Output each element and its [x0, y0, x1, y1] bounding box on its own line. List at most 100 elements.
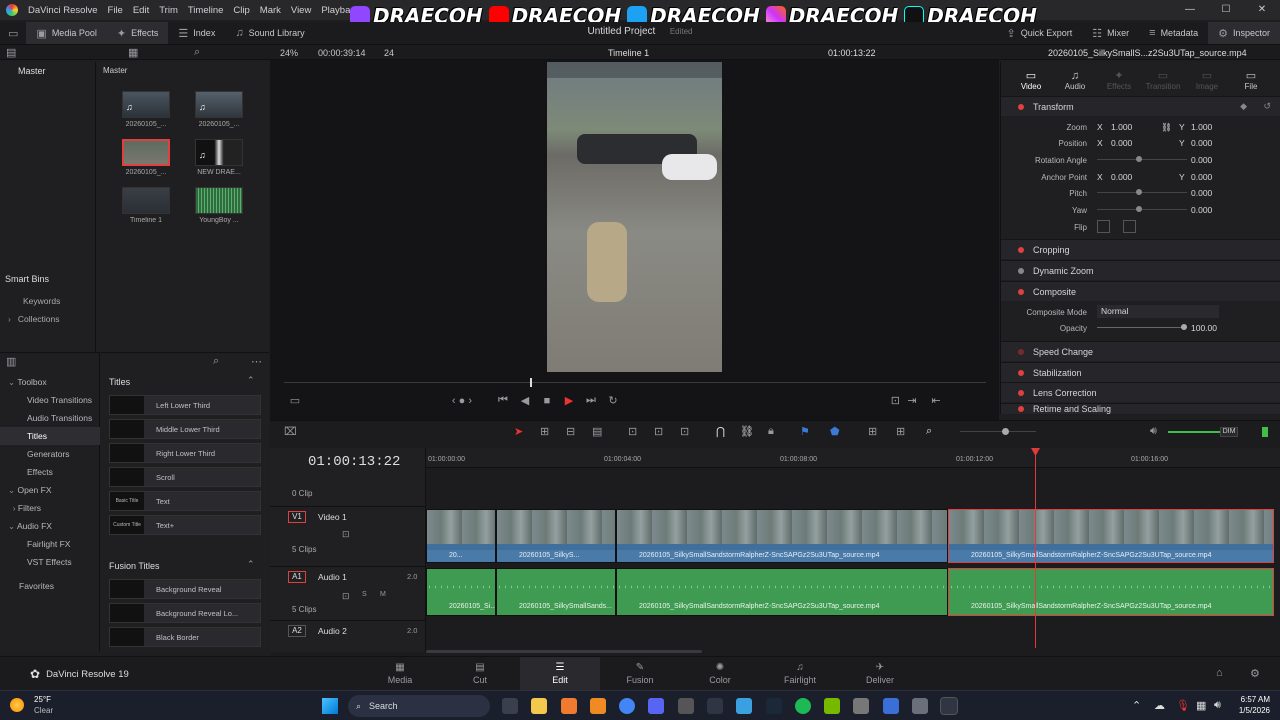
video-frame[interactable] — [547, 62, 722, 372]
fx-toolbox[interactable]: ⌄ Toolbox — [8, 373, 100, 391]
fusion-title-background-reveal-lower[interactable]: Background Reveal Lo... — [109, 603, 261, 623]
marker-icon[interactable]: ⬟ — [830, 425, 840, 438]
snapping-icon[interactable]: ⋂ — [716, 425, 725, 438]
scrubber-playhead[interactable] — [530, 378, 532, 387]
section-lens-correction[interactable]: Lens Correction — [1001, 382, 1280, 402]
track-visibility-icon[interactable]: ⊡ — [342, 529, 350, 540]
zoom-slider-handle[interactable] — [1002, 428, 1009, 435]
volume-slider[interactable] — [1168, 431, 1220, 433]
fx-vst-effects[interactable]: VST Effects — [8, 553, 100, 571]
app-icon[interactable] — [678, 698, 694, 714]
windows-start-icon[interactable] — [322, 698, 338, 714]
reverse-play-icon[interactable]: ◀ — [514, 394, 536, 407]
replace-clip-icon[interactable]: ⊡ — [680, 425, 689, 438]
flag-icon[interactable]: ⚑ — [800, 425, 810, 438]
section-composite[interactable]: Composite — [1001, 281, 1280, 301]
timeline-name[interactable]: Timeline 1 — [608, 48, 649, 58]
panel-toggle-icon[interactable]: ▤ — [6, 46, 16, 59]
title-right-lower-third[interactable]: Right Lower Third — [109, 443, 261, 463]
title-text[interactable]: Basic Title Text — [109, 491, 261, 511]
pitch-value[interactable]: 0.000 — [1191, 188, 1212, 198]
sidebar-toggle-icon[interactable]: ▥ — [6, 355, 16, 368]
page-fairlight[interactable]: ♫ Fairlight — [760, 657, 840, 691]
maximize-button[interactable]: ☐ — [1208, 0, 1244, 20]
mute-button[interactable]: M — [380, 591, 386, 598]
loop-icon[interactable]: ↻ — [602, 394, 624, 407]
anchor-y[interactable]: 0.000 — [1191, 172, 1212, 182]
fx-titles[interactable]: Titles — [0, 427, 100, 445]
menu-app[interactable]: DaVinci Resolve — [28, 5, 98, 16]
menu-clip[interactable]: Clip — [233, 5, 249, 16]
timeline-clip[interactable]: Timeline 1 — [121, 187, 171, 224]
title-scroll[interactable]: Scroll — [109, 467, 261, 487]
menu-view[interactable]: View — [291, 5, 311, 16]
fx-generators[interactable]: Generators — [8, 445, 100, 463]
overwrite-clip-icon[interactable]: ⊡ — [654, 425, 663, 438]
viewer-zoom[interactable]: 24% — [280, 48, 298, 58]
smart-bin-keywords[interactable]: Keywords — [23, 296, 60, 306]
page-fusion[interactable]: ✎ Fusion — [600, 657, 680, 691]
close-window-button[interactable]: ✕ — [1244, 0, 1280, 20]
speaker-icon[interactable]: 🔊︎ — [1214, 699, 1221, 712]
index-button[interactable]: ☰ Index — [168, 22, 225, 44]
zoom-x[interactable]: 1.000 — [1111, 122, 1132, 132]
section-transform[interactable]: Transform ◆ ↺ — [1001, 96, 1280, 116]
media-pool-button[interactable]: ▣ Media Pool — [26, 22, 107, 44]
video-clip-selected[interactable]: 20260105_SilkySmallSandstormRalpherZ-Snc… — [948, 509, 1274, 563]
media-clip[interactable]: ♫ 20260105_... — [194, 91, 244, 128]
bin-master[interactable]: Master — [0, 62, 95, 80]
settings-icon[interactable]: ⚙ — [1250, 667, 1260, 680]
weather-temp[interactable]: 25°F — [34, 695, 51, 704]
opacity-value[interactable]: 100.00 — [1191, 323, 1217, 333]
track-id[interactable]: A2 — [288, 625, 306, 637]
zoom-y[interactable]: 1.000 — [1191, 122, 1212, 132]
fx-filters[interactable]: › Filters — [8, 499, 100, 517]
yaw-slider[interactable] — [1136, 206, 1142, 212]
fx-favorites[interactable]: Favorites — [8, 577, 100, 595]
tab-video[interactable]: ▭ Video — [1009, 69, 1053, 91]
menu-trim[interactable]: Trim — [159, 5, 178, 16]
page-deliver[interactable]: ✈ Deliver — [840, 657, 920, 691]
flip-horizontal-icon[interactable] — [1097, 220, 1110, 233]
volume-icon[interactable]: 🔊︎ — [1150, 425, 1157, 438]
workspace-toggle[interactable]: ▭ — [0, 22, 26, 44]
page-cut[interactable]: ▤ Cut — [440, 657, 520, 691]
position-x[interactable]: 0.000 — [1111, 138, 1132, 148]
smart-bin-collections[interactable]: › Collections — [8, 314, 60, 324]
effects-button[interactable]: ✦ Effects — [106, 22, 169, 44]
spotify-icon[interactable] — [795, 698, 811, 714]
media-clip[interactable]: ♫ 20260105_... — [121, 91, 171, 128]
stop-icon[interactable]: ■ — [536, 395, 558, 407]
flip-vertical-icon[interactable] — [1123, 220, 1136, 233]
sound-library-button[interactable]: ♫ Sound Library — [225, 22, 314, 44]
app-icon[interactable] — [590, 698, 606, 714]
jump-end-icon[interactable]: ⏭ — [580, 394, 602, 407]
page-edit[interactable]: ☰ Edit — [520, 657, 600, 691]
steam-icon[interactable] — [766, 698, 782, 714]
section-cropping[interactable]: Cropping — [1001, 239, 1280, 259]
page-color[interactable]: ✺ Color — [680, 657, 760, 691]
settings-icon[interactable] — [853, 698, 869, 714]
collapse-icon[interactable]: ⌃ — [247, 375, 255, 386]
fx-fairlight-fx[interactable]: Fairlight FX — [8, 535, 100, 553]
terminal-icon[interactable] — [707, 698, 723, 714]
marker-nav-icon[interactable]: ‹ ● › — [306, 395, 492, 407]
zoom-full-icon[interactable]: ⊞ — [868, 425, 877, 438]
dim-button[interactable]: DIM — [1220, 427, 1238, 437]
timeline-ruler[interactable]: 01:00:00:00 01:00:04:00 01:00:08:00 01:0… — [426, 448, 1280, 468]
dynamic-trim-icon[interactable]: ⊟ — [566, 425, 575, 438]
track-name[interactable]: Audio 2 — [318, 626, 347, 636]
thumbnail-view-icon[interactable]: ▦ — [128, 46, 138, 59]
solo-button[interactable]: S — [362, 591, 367, 598]
tab-file[interactable]: ▭ File — [1229, 69, 1273, 91]
audio-clip[interactable]: YoungBoy ... — [194, 187, 244, 224]
timeline-scrollbar[interactable] — [426, 650, 702, 653]
link-icon[interactable]: ⛓ — [1161, 122, 1172, 133]
viewer-layout-icon[interactable]: ▭ — [284, 394, 306, 407]
inspector-button[interactable]: ⚙ Inspector — [1208, 22, 1280, 44]
section-retime[interactable]: Retime and Scaling — [1001, 403, 1280, 414]
title-left-lower-third[interactable]: Left Lower Third — [109, 395, 261, 415]
app-icon[interactable] — [883, 698, 899, 714]
media-clip-selected[interactable]: 20260105_... — [121, 139, 171, 176]
fusion-title-background-reveal[interactable]: Background Reveal — [109, 579, 261, 599]
